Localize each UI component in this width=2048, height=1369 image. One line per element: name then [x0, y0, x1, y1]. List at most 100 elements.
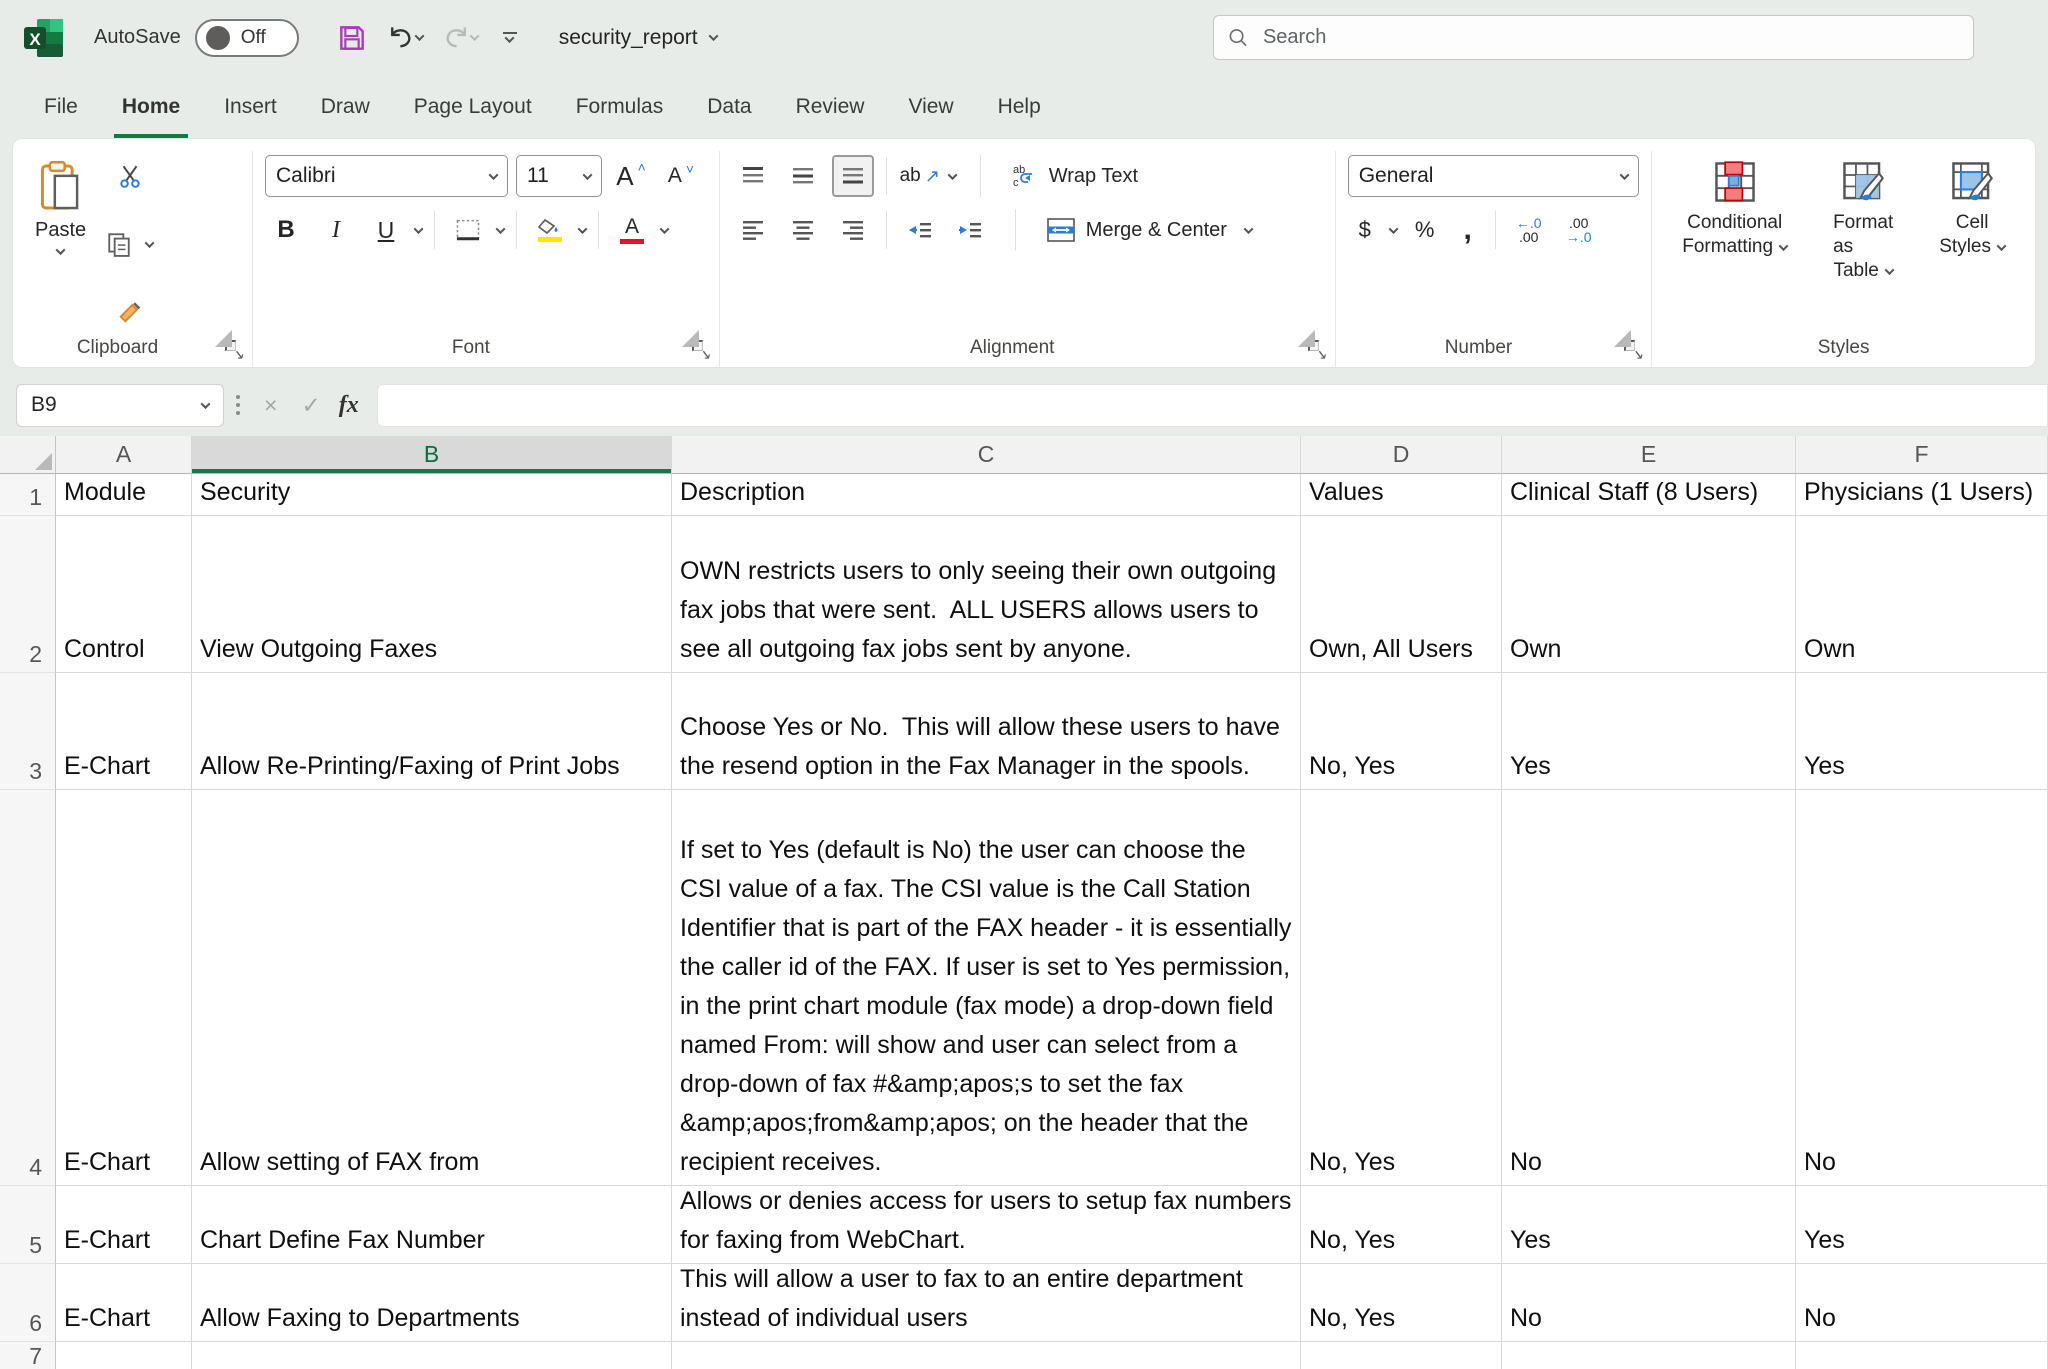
tab-help[interactable]: Help	[990, 75, 1049, 138]
cell-D6[interactable]: No, Yes	[1301, 1264, 1502, 1342]
excel-app-icon[interactable]: X	[22, 17, 68, 59]
percent-style-button[interactable]: %	[1405, 209, 1445, 251]
fill-color-button[interactable]	[529, 209, 571, 251]
cell-F1[interactable]: Physicians (1 Users)	[1796, 474, 2048, 516]
copy-button[interactable]	[106, 227, 153, 261]
column-header-d[interactable]: D	[1301, 436, 1502, 474]
clipboard-dialog-launcher[interactable]: ↘	[225, 340, 242, 357]
cell-A4[interactable]: E-Chart	[56, 790, 192, 1186]
cell-D7[interactable]	[1301, 1342, 1502, 1369]
cell-E4[interactable]: No	[1502, 790, 1796, 1186]
tab-view[interactable]: View	[900, 75, 961, 138]
cell-A1[interactable]: Module	[56, 474, 192, 516]
underline-button[interactable]: U	[365, 209, 407, 251]
search-input[interactable]	[1263, 26, 1959, 49]
font-color-button[interactable]: A	[611, 209, 653, 251]
row-header-5[interactable]: 5	[0, 1186, 56, 1264]
cell-E2[interactable]: Own	[1502, 516, 1796, 673]
cell-D4[interactable]: No, Yes	[1301, 790, 1502, 1186]
underline-dropdown-chevron-icon[interactable]	[414, 224, 424, 234]
cell-A6[interactable]: E-Chart	[56, 1264, 192, 1342]
align-middle-button[interactable]	[782, 155, 824, 197]
orientation-button[interactable]: ab ↗	[899, 155, 941, 197]
paste-button[interactable]: Paste	[25, 155, 96, 333]
column-header-c[interactable]: C	[672, 436, 1301, 474]
cell-D3[interactable]: No, Yes	[1301, 673, 1502, 790]
align-center-button[interactable]	[782, 209, 824, 251]
tab-insert[interactable]: Insert	[216, 75, 285, 138]
cell-D2[interactable]: Own, All Users	[1301, 516, 1502, 673]
wrap-text-button[interactable]: ab c Wrap Text	[1005, 155, 1144, 197]
cell-C5[interactable]: Allows or denies access for users to set…	[672, 1186, 1301, 1264]
cell-A5[interactable]: E-Chart	[56, 1186, 192, 1264]
tab-page-layout[interactable]: Page Layout	[406, 75, 540, 138]
decrease-decimal-button[interactable]: .00 →.0	[1558, 209, 1600, 251]
paste-dropdown-chevron-icon[interactable]	[56, 245, 66, 255]
cell-C3[interactable]: Choose Yes or No. This will allow these …	[672, 673, 1301, 790]
save-button[interactable]	[336, 22, 368, 54]
decrease-indent-button[interactable]	[899, 209, 941, 251]
align-right-button[interactable]	[832, 209, 874, 251]
formula-input[interactable]	[377, 384, 2048, 427]
cell-F6[interactable]: No	[1796, 1264, 2048, 1342]
undo-dropdown-chevron-icon[interactable]	[414, 31, 424, 41]
tab-review[interactable]: Review	[788, 75, 873, 138]
cell-E6[interactable]: No	[1502, 1264, 1796, 1342]
cell-E7[interactable]	[1502, 1342, 1796, 1369]
number-format-combobox[interactable]: General	[1348, 155, 1640, 197]
tab-home[interactable]: Home	[114, 75, 188, 138]
select-all-corner[interactable]	[0, 436, 56, 474]
merge-center-chevron-icon[interactable]	[1243, 224, 1253, 234]
align-top-button[interactable]	[732, 155, 774, 197]
cell-F3[interactable]: Yes	[1796, 673, 2048, 790]
cell-B5[interactable]: Chart Define Fax Number	[192, 1186, 672, 1264]
accounting-format-button[interactable]: $	[1348, 209, 1382, 251]
tab-file[interactable]: File	[36, 75, 86, 138]
cell-B3[interactable]: Allow Re-Printing/Faxing of Print Jobs	[192, 673, 672, 790]
increase-decimal-button[interactable]: ←.0 .00	[1508, 209, 1550, 251]
alignment-dialog-launcher[interactable]: ↘	[1308, 340, 1325, 357]
row-header-7[interactable]: 7	[0, 1342, 56, 1369]
orientation-chevron-icon[interactable]	[947, 170, 957, 180]
cell-A3[interactable]: E-Chart	[56, 673, 192, 790]
cell-C7[interactable]	[672, 1342, 1301, 1369]
cell-D5[interactable]: No, Yes	[1301, 1186, 1502, 1264]
cell-B1[interactable]: Security	[192, 474, 672, 516]
cell-F5[interactable]: Yes	[1796, 1186, 2048, 1264]
font-size-combobox[interactable]: 11	[516, 155, 602, 197]
column-header-f[interactable]: F	[1796, 436, 2048, 474]
cell-E3[interactable]: Yes	[1502, 673, 1796, 790]
italic-button[interactable]: I	[315, 209, 357, 251]
cell-F2[interactable]: Own	[1796, 516, 2048, 673]
tab-draw[interactable]: Draw	[313, 75, 378, 138]
formula-bar-grip-icon[interactable]	[236, 395, 240, 415]
search-box[interactable]	[1213, 15, 1974, 60]
merge-center-button[interactable]: Merge & Center	[1040, 209, 1258, 251]
autosave-toggle[interactable]: Off	[195, 19, 299, 57]
cell-C2[interactable]: OWN restricts users to only seeing their…	[672, 516, 1301, 673]
copy-dropdown-chevron-icon[interactable]	[145, 238, 155, 248]
workbook-title[interactable]: security_report	[559, 26, 717, 50]
cell-E5[interactable]: Yes	[1502, 1186, 1796, 1264]
cell-B4[interactable]: Allow setting of FAX from	[192, 790, 672, 1186]
undo-button[interactable]	[386, 23, 423, 53]
font-name-combobox[interactable]: Calibri	[265, 155, 508, 197]
bold-button[interactable]: B	[265, 209, 307, 251]
cell-E1[interactable]: Clinical Staff (8 Users)	[1502, 474, 1796, 516]
accounting-format-chevron-icon[interactable]	[1388, 224, 1398, 234]
cell-styles-button[interactable]: Cell Styles	[1921, 155, 2023, 333]
cell-F7[interactable]	[1796, 1342, 2048, 1369]
cell-C6[interactable]: This will allow a user to fax to an enti…	[672, 1264, 1301, 1342]
row-header-2[interactable]: 2	[0, 516, 56, 673]
tab-formulas[interactable]: Formulas	[568, 75, 672, 138]
row-header-4[interactable]: 4	[0, 790, 56, 1186]
column-header-a[interactable]: A	[56, 436, 192, 474]
customize-quick-access-toolbar-button[interactable]	[503, 32, 517, 43]
cell-B2[interactable]: View Outgoing Faxes	[192, 516, 672, 673]
decrease-font-size-button[interactable]: A˅	[660, 155, 702, 197]
number-dialog-launcher[interactable]: ↘	[1624, 340, 1641, 357]
column-header-b[interactable]: B	[192, 436, 672, 474]
column-header-e[interactable]: E	[1502, 436, 1796, 474]
row-header-3[interactable]: 3	[0, 673, 56, 790]
format-painter-button[interactable]	[106, 295, 153, 329]
